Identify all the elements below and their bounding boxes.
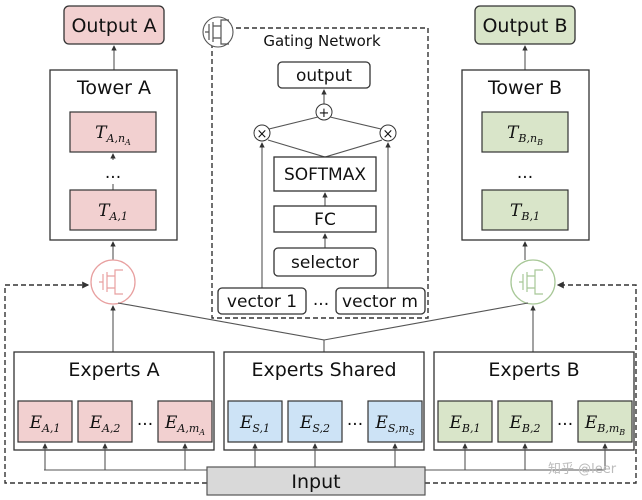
softmax-label: SOFTMAX — [284, 165, 366, 185]
sum-symbol: + — [319, 106, 330, 121]
multiply-symbol-m: × — [383, 127, 394, 142]
tower-b-title: Tower B — [487, 77, 562, 99]
experts-ellipsis: ... — [137, 410, 153, 430]
tower-b-ellipsis: ... — [517, 163, 533, 183]
fc-label: FC — [314, 210, 336, 230]
mul1-to-sum — [268, 116, 319, 130]
experts-ellipsis: ... — [347, 410, 363, 430]
gating-network-title: Gating Network — [263, 32, 381, 50]
vector-1-label: vector 1 — [227, 292, 297, 312]
vector-ellipsis: ... — [313, 290, 329, 310]
experts-ellipsis: ... — [557, 410, 573, 430]
selector-label: selector — [291, 253, 359, 273]
experts-b-title: Experts B — [488, 359, 579, 381]
output-a-label: Output A — [71, 15, 156, 37]
output-b-label: Output B — [482, 15, 567, 37]
multiply-symbol-1: × — [257, 127, 268, 142]
gate-a-icon — [90, 259, 136, 305]
vector-m-label: vector m — [342, 292, 418, 312]
input-label: Input — [291, 471, 340, 493]
mmoe-diagram: Output A Output B Tower A TA,nA ... TA,1… — [4, 5, 637, 496]
mulm-to-sum — [329, 116, 382, 130]
tower-a-ellipsis: ... — [105, 163, 121, 183]
experts-shared-title: Experts Shared — [251, 359, 396, 381]
expert-groups: Experts AEA,1 EA,2 EA,mA...Experts SharedE… — [13, 351, 635, 470]
gate-b-icon — [510, 259, 556, 305]
gating-output-label: output — [296, 66, 352, 86]
softmax-to-multiply — [267, 139, 383, 158]
experts-a-title: Experts A — [68, 359, 159, 381]
tower-a-title: Tower A — [76, 77, 151, 99]
watermark: 知乎 @leer — [548, 461, 617, 477]
